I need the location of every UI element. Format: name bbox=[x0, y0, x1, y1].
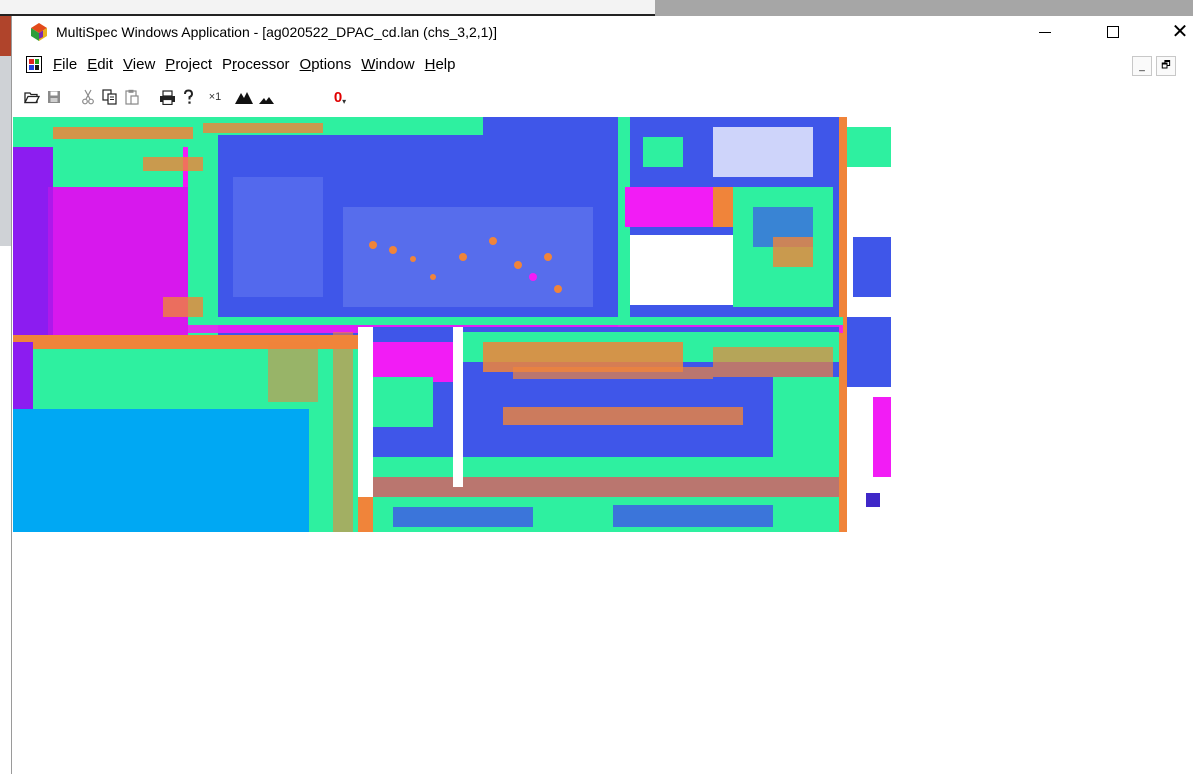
document-restore-button[interactable]: 🗗 bbox=[1156, 56, 1176, 76]
save-disk-icon[interactable] bbox=[44, 87, 64, 107]
menu-options[interactable]: Options bbox=[300, 56, 352, 73]
clipboard-icon[interactable] bbox=[122, 87, 142, 107]
workspace-blank-area bbox=[12, 532, 1193, 774]
copy-icon[interactable] bbox=[100, 87, 120, 107]
close-button[interactable]: ✕ bbox=[1157, 16, 1193, 48]
multispec-window: MultiSpec Windows Application - [ag02052… bbox=[11, 16, 1193, 774]
menu-view[interactable]: View bbox=[123, 56, 155, 73]
close-icon: ✕ bbox=[1171, 21, 1189, 43]
document-restore-icon: 🗗 bbox=[1161, 59, 1171, 71]
document-minimize-button[interactable]: _ bbox=[1132, 56, 1152, 76]
window-title: MultiSpec Windows Application - [ag02052… bbox=[56, 24, 497, 40]
menu-window[interactable]: Window bbox=[361, 56, 414, 73]
menu-items: File Edit View Project Processor Options… bbox=[53, 56, 466, 73]
menu-edit[interactable]: Edit bbox=[87, 56, 113, 73]
printer-icon[interactable] bbox=[157, 87, 177, 107]
context-help-icon[interactable] bbox=[178, 87, 198, 107]
minimize-icon bbox=[1039, 31, 1051, 33]
zoom-out-mountain-icon[interactable] bbox=[256, 87, 276, 107]
background-window-strip bbox=[0, 0, 1193, 16]
document-minimize-icon: _ bbox=[1139, 60, 1145, 72]
multispec-app-icon bbox=[31, 23, 47, 41]
menu-file[interactable]: File bbox=[53, 56, 77, 73]
overlay-label: 0 bbox=[333, 88, 343, 106]
minimize-button[interactable] bbox=[1022, 16, 1068, 48]
image-display[interactable] bbox=[13, 117, 891, 532]
image-document-icon[interactable] bbox=[26, 56, 42, 73]
zoom-in-mountain-icon[interactable] bbox=[234, 87, 254, 107]
multispectral-image bbox=[13, 117, 891, 532]
overlay-icon[interactable]: 0 ▾ bbox=[330, 87, 350, 107]
background-window-edge bbox=[0, 16, 11, 246]
title-bar[interactable]: MultiSpec Windows Application - [ag02052… bbox=[12, 16, 1193, 50]
maximize-icon bbox=[1107, 26, 1119, 38]
toolbar: ×1 0 ▾ bbox=[12, 84, 1193, 112]
menu-processor[interactable]: Processor bbox=[222, 56, 290, 73]
maximize-button[interactable] bbox=[1090, 16, 1136, 48]
zoom-x1-label: ×1 bbox=[208, 91, 222, 103]
menu-bar: File Edit View Project Processor Options… bbox=[12, 52, 1193, 78]
scissors-icon[interactable] bbox=[78, 87, 98, 107]
menu-project[interactable]: Project bbox=[165, 56, 212, 73]
background-window-right bbox=[655, 0, 1193, 16]
menu-help[interactable]: Help bbox=[425, 56, 456, 73]
open-folder-icon[interactable] bbox=[22, 87, 42, 107]
zoom-x1-button[interactable]: ×1 bbox=[202, 87, 228, 107]
background-window-left bbox=[0, 0, 655, 16]
